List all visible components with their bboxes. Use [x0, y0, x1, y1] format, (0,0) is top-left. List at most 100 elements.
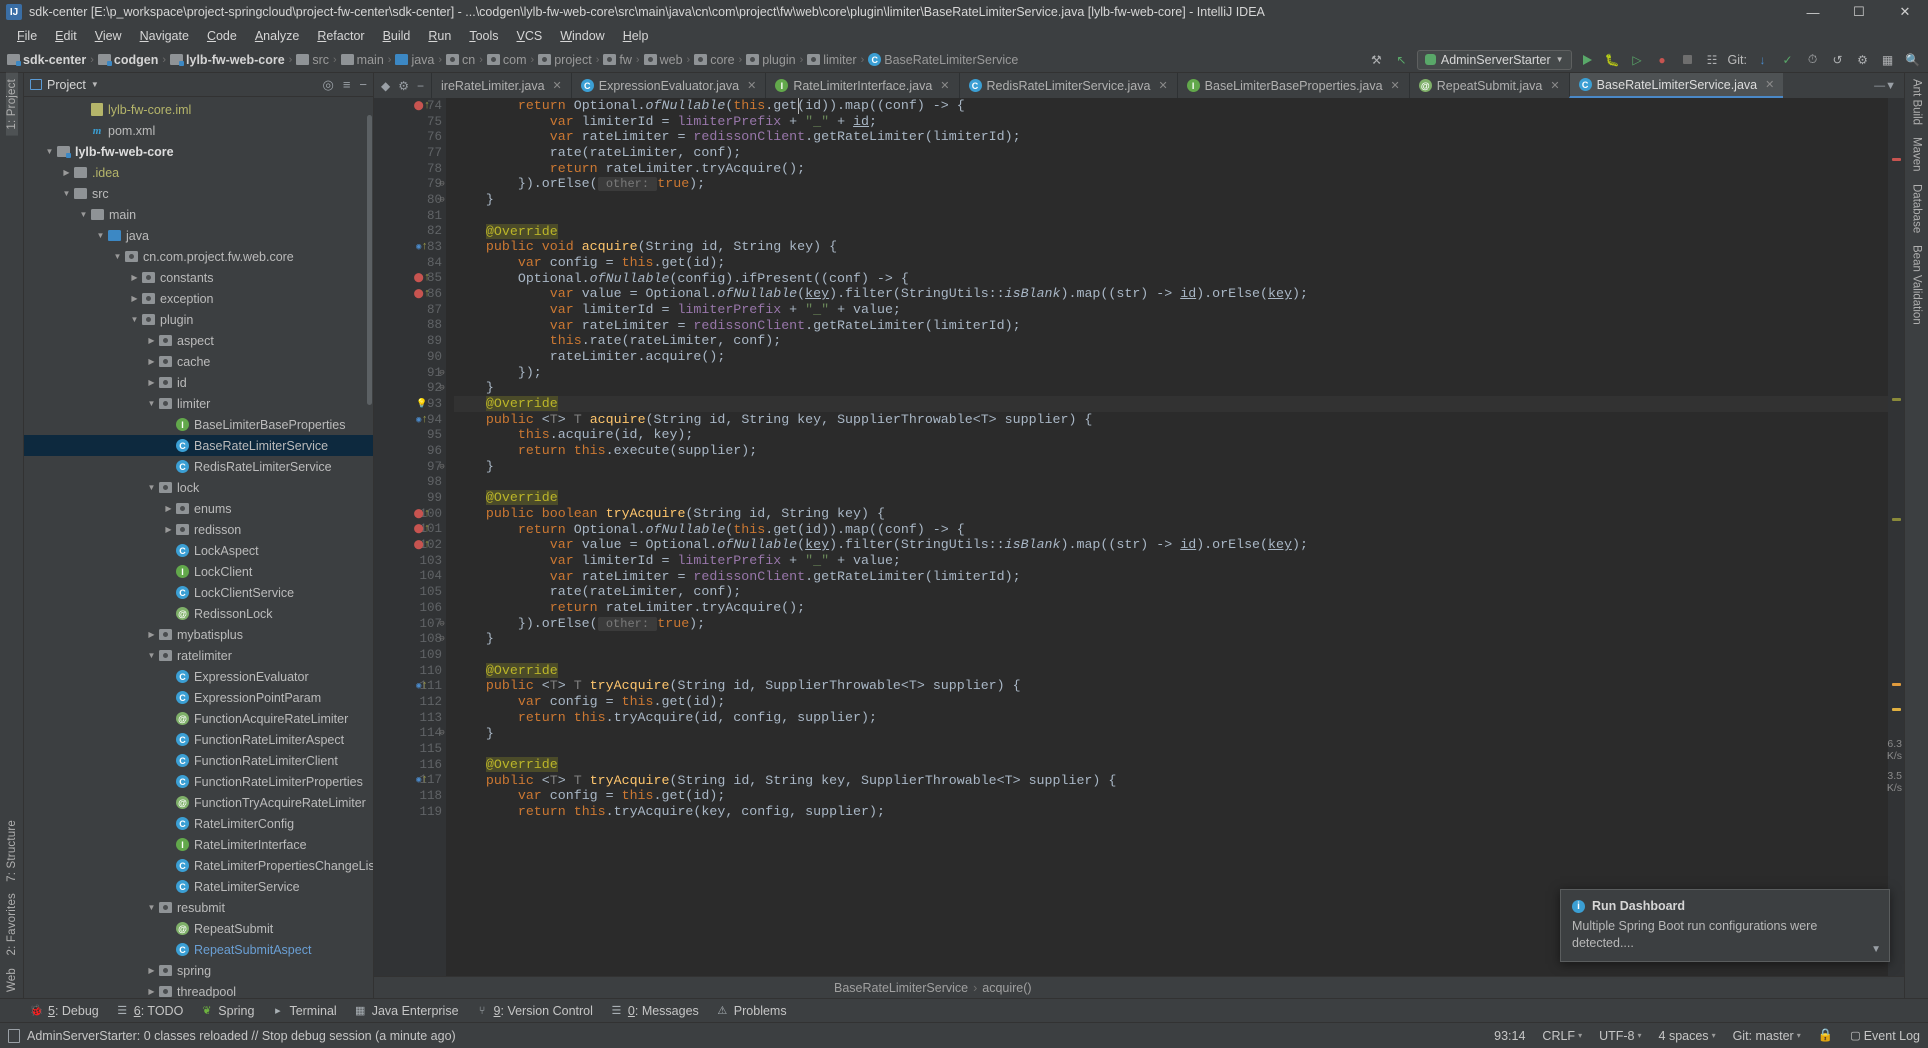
breakpoint-icon[interactable]: ⬤ ↑ — [414, 523, 431, 535]
analysis-marker[interactable] — [1892, 683, 1901, 686]
gutter-line-118[interactable]: 118 — [374, 788, 446, 804]
editor-breadcrumb[interactable]: BaseRateLimiterService › acquire() — [374, 976, 1904, 998]
gutter-line-93[interactable]: 93 💡 — [374, 396, 446, 412]
tree-node[interactable]: ▶ cache — [24, 351, 373, 372]
breadcrumb-main[interactable]: main — [338, 53, 387, 67]
tool-window-button-problems[interactable]: ⚠ Problems — [716, 1004, 786, 1018]
gutter-line-85[interactable]: 85 ⬤ ↑ — [374, 271, 446, 287]
tool-window-button-0-messages[interactable]: ☰ 0: Messages — [610, 1004, 698, 1018]
gutter-line-107[interactable]: 107 ⊖ — [374, 616, 446, 632]
gutter-line-89[interactable]: 89 — [374, 333, 446, 349]
tree-scrollbar[interactable] — [367, 115, 372, 405]
line-number-gutter[interactable]: 74 ⬤ ↑ 75 76 77 78 79 ⊖ 80 ⊖ 81 82 83 ◉ ↑ 84 85 ⬤ ↑ 86 ⬤ ↑ 87 88… — [374, 98, 446, 976]
code-line-95[interactable]: this.acquire(id, key); — [454, 427, 1888, 443]
code-line-94[interactable]: public <T> T acquire(String id, String k… — [454, 412, 1888, 428]
code-line-76[interactable]: var rateLimiter = redissonClient.getRate… — [454, 129, 1888, 145]
tree-node[interactable]: C LockAspect — [24, 540, 373, 561]
override-marker-icon[interactable]: ◉ ↑ — [416, 774, 428, 786]
maximize-button[interactable]: ☐ — [1836, 0, 1882, 24]
stop-icon[interactable] — [1678, 50, 1697, 69]
code-line-92[interactable]: } — [454, 380, 1888, 396]
tree-node[interactable]: ▶ exception — [24, 288, 373, 309]
gutter-line-113[interactable]: 113 — [374, 710, 446, 726]
gutter-line-106[interactable]: 106 — [374, 600, 446, 616]
code-line-83[interactable]: public void acquire(String id, String ke… — [454, 239, 1888, 255]
tree-node[interactable]: C LockClientService — [24, 582, 373, 603]
tree-node[interactable]: ▼ lock — [24, 477, 373, 498]
code-line-96[interactable]: return this.execute(supplier); — [454, 443, 1888, 459]
tree-node[interactable]: C RepeatSubmitAspect — [24, 939, 373, 960]
tool-window-button-6-todo[interactable]: ☰ 6: TODO — [116, 1004, 183, 1018]
code-line-105[interactable]: rate(rateLimiter, conf); — [454, 584, 1888, 600]
tree-node[interactable]: C RateLimiterService — [24, 876, 373, 897]
gutter-line-94[interactable]: 94 ◉ ↑ — [374, 412, 446, 428]
build-icon[interactable]: ⚒ — [1367, 50, 1386, 69]
code-line-102[interactable]: var value = Optional.ofNullable(key).fil… — [454, 537, 1888, 553]
search-icon[interactable]: 🔍 — [1903, 50, 1922, 69]
menu-item-run[interactable]: Run — [419, 27, 460, 45]
breadcrumb-java[interactable]: java — [392, 53, 437, 67]
chevron-right-icon[interactable]: ▶ — [146, 966, 157, 975]
menu-item-help[interactable]: Help — [614, 27, 658, 45]
rail-item-database[interactable]: Database — [1911, 178, 1923, 239]
tree-node[interactable]: ▼ ratelimiter — [24, 645, 373, 666]
tree-node[interactable]: C FunctionRateLimiterAspect — [24, 729, 373, 750]
close-icon[interactable]: ✕ — [747, 79, 756, 92]
tree-node[interactable]: ▶ mybatisplus — [24, 624, 373, 645]
chevron-down-icon[interactable]: ▼ — [146, 399, 157, 408]
gutter-line-78[interactable]: 78 — [374, 161, 446, 177]
code-line-90[interactable]: rateLimiter.acquire(); — [454, 349, 1888, 365]
gutter-line-87[interactable]: 87 — [374, 302, 446, 318]
breadcrumb-baseratelimiterservice[interactable]: C BaseRateLimiterService — [865, 53, 1021, 67]
tree-node[interactable]: C RateLimiterPropertiesChangeListener — [24, 855, 373, 876]
breadcrumb-plugin[interactable]: plugin — [743, 53, 798, 67]
code-line-80[interactable]: } — [454, 192, 1888, 208]
tool-window-button-terminal[interactable]: ▸ Terminal — [271, 1004, 337, 1018]
analysis-strip[interactable]: 6.3 K/s 3.5 K/s — [1887, 98, 1904, 976]
menu-item-view[interactable]: View — [86, 27, 131, 45]
gutter-line-115[interactable]: 115 — [374, 741, 446, 757]
line-separator[interactable]: CRLF ▾ — [1542, 1029, 1582, 1043]
code-line-116[interactable]: @Override — [454, 756, 1888, 773]
rail-item-ant-build[interactable]: Ant Build — [1911, 73, 1923, 131]
attach-icon[interactable]: ☷ — [1703, 50, 1722, 69]
gutter-line-102[interactable]: 102 ⬤ ↑ — [374, 537, 446, 553]
code-line-106[interactable]: return rateLimiter.tryAcquire(); — [454, 600, 1888, 616]
gutter-line-77[interactable]: 77 — [374, 145, 446, 161]
tab-list-icon[interactable]: —▼ — [1874, 80, 1896, 92]
tree-node[interactable]: ▼ main — [24, 204, 373, 225]
code-line-85[interactable]: Optional.ofNullable(config).ifPresent((c… — [454, 271, 1888, 287]
tree-node[interactable]: @ FunctionTryAcquireRateLimiter — [24, 792, 373, 813]
chevron-down-icon[interactable]: ▼ — [78, 210, 89, 219]
chevron-down-icon[interactable]: ▼ — [61, 189, 72, 198]
gutter-line-84[interactable]: 84 — [374, 255, 446, 271]
menu-item-vcs[interactable]: VCS — [508, 27, 552, 45]
menu-item-navigate[interactable]: Navigate — [131, 27, 198, 45]
code-line-112[interactable]: var config = this.get(id); — [454, 694, 1888, 710]
git-commit-icon[interactable]: ✓ — [1778, 50, 1797, 69]
chevron-down-icon[interactable]: ▼ — [129, 315, 140, 324]
code-line-97[interactable]: } — [454, 459, 1888, 475]
code-line-84[interactable]: var config = this.get(id); — [454, 255, 1888, 271]
tool-window-button-java-enterprise[interactable]: ▦ Java Enterprise — [354, 1004, 459, 1018]
close-icon[interactable]: ✕ — [1391, 79, 1400, 92]
lock-icon[interactable]: 🔒 — [1818, 1028, 1834, 1043]
tool-window-button-5-debug[interactable]: 🐞 5: Debug — [30, 1004, 99, 1018]
pin-icon[interactable]: ◆ — [381, 79, 390, 93]
editor-tab-repeatsubmit[interactable]: @ RepeatSubmit.java ✕ — [1408, 73, 1569, 98]
gutter-line-92[interactable]: 92 ⊖ — [374, 380, 446, 396]
chevron-right-icon[interactable]: ▶ — [163, 504, 174, 513]
code-line-117[interactable]: public <T> T tryAcquire(String id, Strin… — [454, 773, 1888, 789]
chevron-down-icon[interactable]: ▼ — [91, 80, 99, 89]
code-line-77[interactable]: rate(rateLimiter, conf); — [454, 145, 1888, 161]
chevron-right-icon[interactable]: ▶ — [146, 630, 157, 639]
tree-node[interactable]: ▶ threadpool — [24, 981, 373, 999]
tree-node[interactable]: ▼ java — [24, 225, 373, 246]
run-configuration-selector[interactable]: AdminServerStarter ▼ — [1416, 49, 1572, 70]
code-line-101[interactable]: return Optional.ofNullable(this.get(id))… — [454, 522, 1888, 538]
code-line-118[interactable]: var config = this.get(id); — [454, 788, 1888, 804]
git-branch[interactable]: Git: master ▾ — [1733, 1029, 1801, 1043]
code-line-82[interactable]: @Override — [454, 223, 1888, 240]
gutter-line-101[interactable]: 101 ⬤ ↑ — [374, 522, 446, 538]
hide-icon[interactable]: − — [359, 77, 367, 92]
